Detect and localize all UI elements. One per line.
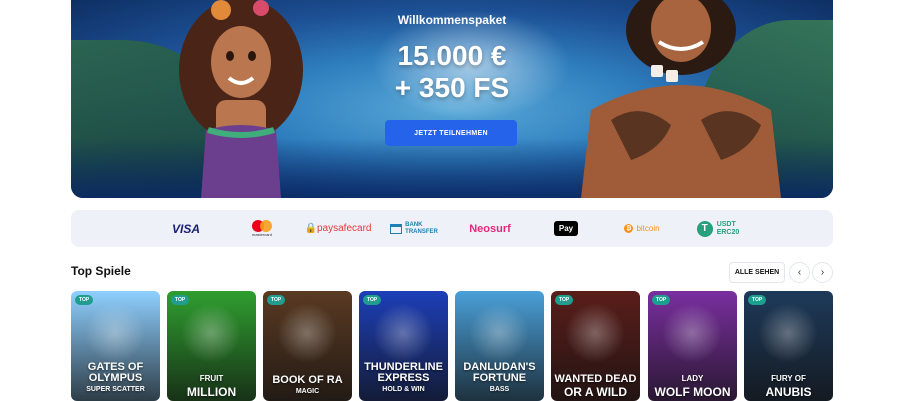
mastercard-label: mastercard [251, 232, 272, 237]
game-subtitle: WOLF MOON [654, 385, 731, 399]
paysafecard-logo: 🔒 paysafecard [300, 210, 376, 247]
game-artwork [469, 303, 529, 363]
usdt-erc20-logo: T USDT ERC20 [680, 210, 756, 247]
neosurf-logo: Neosurf [469, 222, 511, 235]
top-games-carousel: TOP GATES OF OLYMPUS SUPER SCATTER TOP F… [71, 291, 833, 401]
game-title: WANTED DEAD [554, 373, 637, 385]
hero-amount: 15.000 € + 350 FS [71, 40, 833, 104]
chevron-right-icon: › [820, 267, 825, 278]
top-badge: TOP [555, 295, 574, 305]
carousel-next-button[interactable]: › [812, 262, 833, 283]
top-games-title: Top Spiele [71, 264, 131, 278]
game-title: BOOK OF RA [272, 374, 343, 386]
game-card[interactable]: TOP BOOK OF RA MAGIC [263, 291, 352, 401]
apple-pay-label: Pay [558, 224, 574, 233]
game-subtitle: BASS [489, 386, 510, 393]
bitcoin-icon: ₿ [624, 224, 634, 233]
game-subtitle: ANUBIS [765, 385, 812, 399]
chevron-left-icon: ‹ [797, 267, 802, 278]
game-card[interactable]: TOP GATES OF OLYMPUS SUPER SCATTER [71, 291, 160, 401]
usdt-label-line2: ERC20 [716, 228, 740, 236]
game-artwork [277, 303, 337, 363]
game-title: FURY OF [771, 374, 806, 383]
bitcoin-label: bitcoin [636, 224, 660, 233]
mastercard-logo: mastercard [224, 210, 300, 247]
bitcoin-logo: ₿ bitcoin [604, 210, 680, 247]
game-subtitle: HOLD & WIN [382, 386, 425, 393]
hero-banner[interactable]: Willkommenspaket 15.000 € + 350 FS JETZT… [71, 0, 833, 198]
visa-logo: VISA [171, 221, 200, 236]
game-card[interactable]: TOP THUNDERLINE EXPRESS HOLD & WIN [359, 291, 448, 401]
hero-amount-line2: + 350 FS [394, 72, 510, 103]
game-artwork [662, 303, 722, 363]
lock-icon: 🔒 [304, 223, 317, 234]
game-card[interactable]: TOP FRUIT MILLION [167, 291, 256, 401]
apple-pay-logo: Pay [528, 210, 604, 247]
hero-subtitle: Willkommenspaket [397, 13, 507, 27]
game-artwork [565, 303, 625, 363]
game-card[interactable]: TOP FURY OF ANUBIS [744, 291, 833, 401]
top-badge: TOP [75, 295, 94, 305]
bank-transfer-label-line2: TRANSFER [405, 228, 438, 235]
mastercard-icon [251, 220, 272, 232]
game-title: THUNDERLINE EXPRESS [364, 361, 443, 384]
game-card[interactable]: TOP WANTED DEAD OR A WILD [551, 291, 640, 401]
game-subtitle: SUPER SCATTER [86, 386, 145, 393]
game-subtitle: MILLION [186, 385, 237, 399]
top-badge: TOP [652, 295, 671, 305]
game-title: FRUIT [199, 374, 224, 383]
bank-transfer-logo: BANK TRANSFER [376, 210, 452, 247]
game-subtitle: OR A WILD [563, 385, 628, 399]
game-title: DANLUDAN'S FORTUNE [463, 361, 536, 384]
top-badge: TOP [267, 295, 286, 305]
join-now-button[interactable]: JETZT TEILNEHMEN [385, 120, 517, 146]
game-artwork [85, 303, 145, 363]
game-artwork [181, 303, 241, 363]
game-artwork [373, 303, 433, 363]
game-title: LADY [681, 374, 704, 383]
top-badge: TOP [363, 295, 382, 305]
game-subtitle: MAGIC [295, 388, 320, 395]
top-badge: TOP [748, 295, 767, 305]
tether-icon: T [696, 220, 713, 237]
see-all-button[interactable]: ALLE SEHEN [729, 262, 785, 283]
game-artwork [758, 303, 818, 363]
bank-icon [390, 223, 403, 234]
paysafecard-label: paysafecard [316, 223, 372, 234]
game-card[interactable]: TOP LADY WOLF MOON [648, 291, 737, 401]
hero-amount-line1: 15.000 € [397, 40, 507, 71]
payment-methods-bar: VISA mastercard 🔒 paysafecard BANK TRANSF… [71, 210, 833, 247]
game-title: GATES OF OLYMPUS [87, 361, 144, 384]
game-card[interactable]: DANLUDAN'S FORTUNE BASS [455, 291, 544, 401]
usdt-label-line1: USDT [716, 220, 736, 228]
bank-transfer-label-line1: BANK [405, 221, 423, 228]
carousel-prev-button[interactable]: ‹ [789, 262, 810, 283]
top-badge: TOP [171, 295, 190, 305]
